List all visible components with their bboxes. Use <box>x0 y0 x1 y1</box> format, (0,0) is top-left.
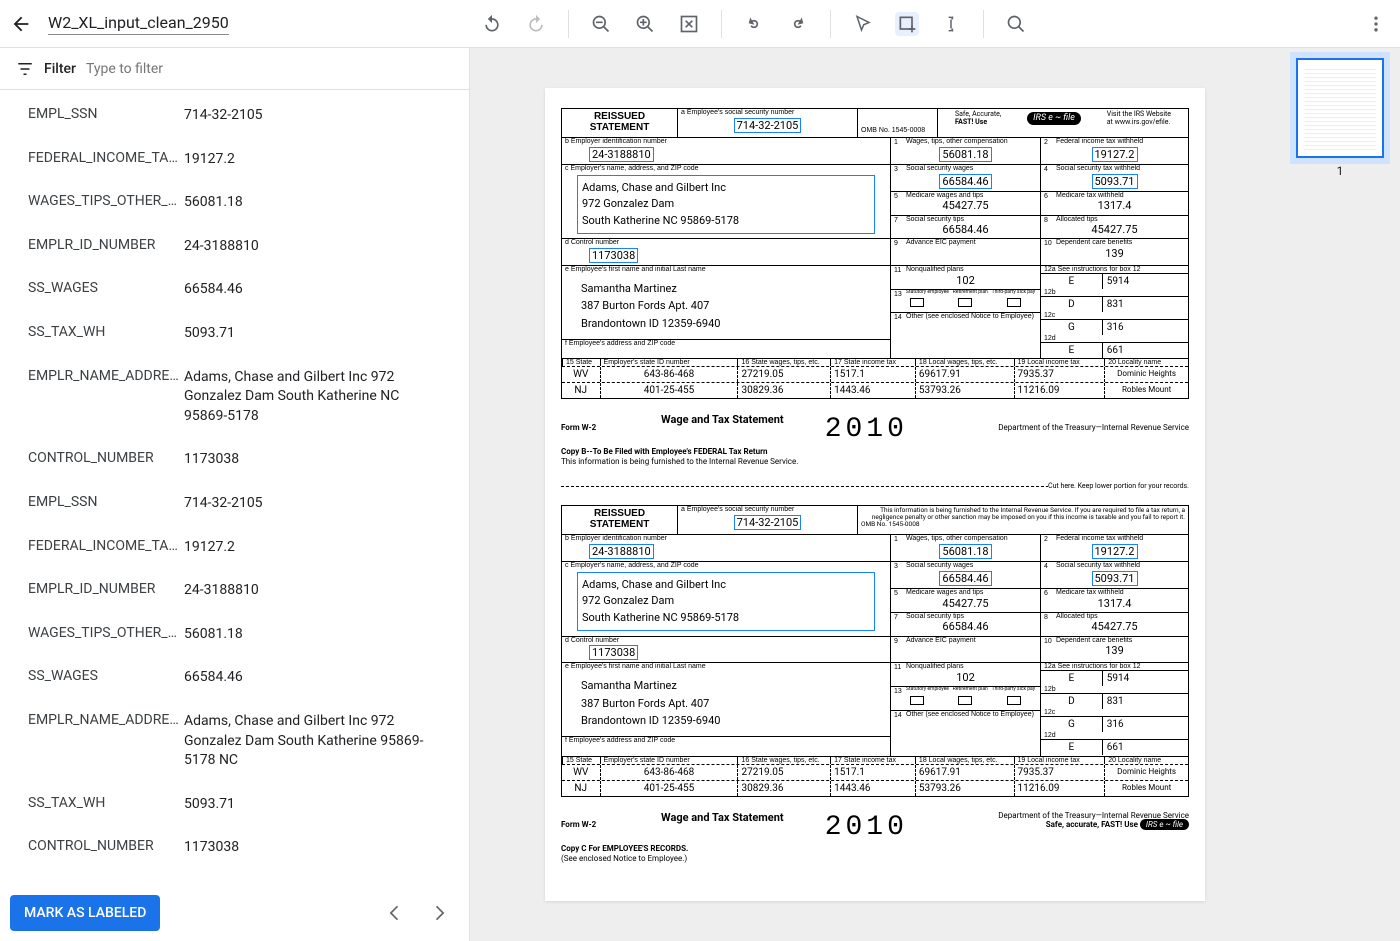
field-value: Adams, Chase and Gilbert Inc 972 Gonzale… <box>184 712 441 771</box>
field-value: 5093.71 <box>184 324 441 344</box>
box-tool-icon[interactable] <box>895 12 919 36</box>
field-row[interactable]: EMPL_SSN714-32-2105 <box>0 482 469 526</box>
doc-title: W2_XL_input_clean_2950 <box>48 13 229 35</box>
field-value: 714-32-2105 <box>184 106 441 126</box>
field-key: WAGES_TIPS_OTHER_CO... <box>28 625 184 645</box>
field-list: EMPL_SSN714-32-2105FEDERAL_INCOME_TAX_W.… <box>0 90 469 884</box>
field-value: 19127.2 <box>184 538 441 558</box>
field-row[interactable]: SS_TAX_WH5093.71 <box>0 783 469 827</box>
field-row[interactable]: EMPLR_ID_NUMBER24-3188810 <box>0 225 469 269</box>
field-row[interactable]: CONTROL_NUMBER1173038 <box>0 438 469 482</box>
page-number: 1 <box>1290 164 1390 178</box>
search-icon[interactable] <box>1004 12 1028 36</box>
field-row[interactable]: SS_WAGES66584.46 <box>0 268 469 312</box>
field-row[interactable]: EMPLR_NAME_ADDRESSAdams, Chase and Gilbe… <box>0 700 469 783</box>
field-row[interactable]: WAGES_TIPS_OTHER_CO...56081.18 <box>0 181 469 225</box>
prev-button[interactable] <box>385 903 405 923</box>
field-row[interactable]: SS_TAX_WH5093.71 <box>0 312 469 356</box>
field-value: 1173038 <box>184 838 441 858</box>
next-button[interactable] <box>429 903 449 923</box>
field-key: SS_TAX_WH <box>28 324 184 344</box>
field-value: 5093.71 <box>184 795 441 815</box>
field-key: FEDERAL_INCOME_TAX_W... <box>28 150 184 170</box>
fit-icon[interactable] <box>677 12 701 36</box>
zoom-in-icon[interactable] <box>633 12 657 36</box>
undo-icon[interactable] <box>480 12 504 36</box>
field-row[interactable]: WAGES_TIPS_OTHER_CO...56081.18 <box>0 613 469 657</box>
field-key: CONTROL_NUMBER <box>28 450 184 470</box>
field-key: EMPLR_ID_NUMBER <box>28 581 184 601</box>
field-key: SS_WAGES <box>28 280 184 300</box>
field-key: FEDERAL_INCOME_TAX_W... <box>28 538 184 558</box>
field-value: 56081.18 <box>184 625 441 645</box>
text-cursor-icon[interactable] <box>939 12 963 36</box>
field-row[interactable]: EMPLR_ID_NUMBER24-3188810 <box>0 569 469 613</box>
page-thumbnail[interactable] <box>1296 58 1384 158</box>
redo-icon[interactable] <box>524 12 548 36</box>
rotate-left-icon[interactable] <box>742 12 766 36</box>
field-value: 24-3188810 <box>184 581 441 601</box>
field-value: Adams, Chase and Gilbert Inc 972 Gonzale… <box>184 368 441 427</box>
field-row[interactable]: FEDERAL_INCOME_TAX_W...19127.2 <box>0 138 469 182</box>
field-key: WAGES_TIPS_OTHER_CO... <box>28 193 184 213</box>
zoom-out-icon[interactable] <box>589 12 613 36</box>
field-key: EMPLR_ID_NUMBER <box>28 237 184 257</box>
field-key: EMPLR_NAME_ADDRESS <box>28 368 184 427</box>
document-preview[interactable]: REISSUED STATEMENT a Employee's social s… <box>545 88 1205 901</box>
field-key: SS_WAGES <box>28 668 184 688</box>
field-row[interactable]: EMPL_SSN714-32-2105 <box>0 94 469 138</box>
more-icon[interactable] <box>1364 12 1388 36</box>
field-key: EMPL_SSN <box>28 494 184 514</box>
field-value: 19127.2 <box>184 150 441 170</box>
filter-label: Filter <box>44 61 76 77</box>
field-value: 24-3188810 <box>184 237 441 257</box>
field-row[interactable]: FEDERAL_INCOME_TAX_W...19127.2 <box>0 526 469 570</box>
field-value: 714-32-2105 <box>184 494 441 514</box>
mark-as-labeled-button[interactable]: MARK AS LABELED <box>10 895 160 931</box>
back-button[interactable] <box>10 13 32 35</box>
field-key: EMPL_SSN <box>28 106 184 126</box>
field-key: SS_TAX_WH <box>28 795 184 815</box>
field-key: EMPLR_NAME_ADDRESS <box>28 712 184 771</box>
field-value: 1173038 <box>184 450 441 470</box>
rotate-right-icon[interactable] <box>786 12 810 36</box>
field-key: CONTROL_NUMBER <box>28 838 184 858</box>
field-value: 66584.46 <box>184 280 441 300</box>
field-value: 66584.46 <box>184 668 441 688</box>
field-row[interactable]: CONTROL_NUMBER1173038 <box>0 826 469 870</box>
toolbar <box>470 10 1400 38</box>
field-value: 56081.18 <box>184 193 441 213</box>
filter-input[interactable] <box>86 61 453 77</box>
filter-icon[interactable] <box>16 60 34 78</box>
pointer-tool-icon[interactable] <box>851 12 875 36</box>
field-row[interactable]: SS_WAGES66584.46 <box>0 656 469 700</box>
field-row[interactable]: EMPLR_NAME_ADDRESSAdams, Chase and Gilbe… <box>0 356 469 439</box>
